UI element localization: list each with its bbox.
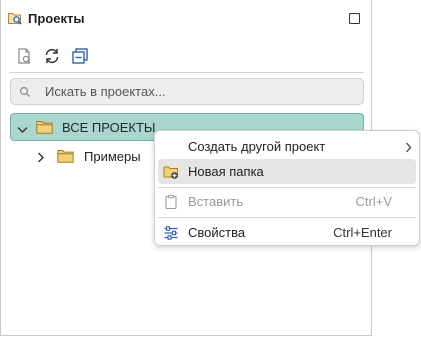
- clipboard-icon: [163, 194, 179, 210]
- panel-title: Проекты: [28, 11, 85, 26]
- context-menu: Создать другой проект Новая папка Встави…: [154, 130, 420, 246]
- folder-icon: [36, 120, 53, 137]
- menu-item-create-another-project[interactable]: Создать другой проект: [158, 134, 416, 159]
- project-search-icon: [7, 10, 23, 26]
- tree-item-label: Примеры: [84, 149, 141, 164]
- menu-item-properties[interactable]: Свойства Ctrl+Enter: [158, 220, 416, 245]
- menu-separator: [158, 187, 416, 188]
- folder-icon: [57, 149, 74, 166]
- menu-item-label: Вставить: [188, 194, 244, 209]
- chevron-right-icon[interactable]: [37, 151, 45, 166]
- menu-item-label: Свойства: [188, 225, 246, 240]
- panel-toolbar: [1, 42, 373, 70]
- new-folder-icon: [163, 164, 179, 180]
- toolbar-divider: [9, 72, 364, 73]
- sliders-icon: [163, 225, 179, 241]
- maximize-icon[interactable]: [349, 13, 360, 24]
- collapse-all-icon[interactable]: [70, 46, 90, 66]
- chevron-down-icon[interactable]: [17, 122, 28, 137]
- new-project-icon[interactable]: [14, 46, 34, 66]
- search-box: [10, 78, 364, 105]
- search-icon: [19, 86, 31, 101]
- menu-item-new-folder[interactable]: Новая папка: [158, 159, 416, 184]
- menu-separator: [158, 217, 416, 218]
- panel-header: Проекты: [1, 0, 373, 36]
- menu-item-label: Новая папка: [188, 164, 264, 179]
- refresh-icon[interactable]: [42, 46, 62, 66]
- menu-item-label: Создать другой проект: [188, 139, 326, 154]
- menu-item-shortcut: Ctrl+Enter: [333, 225, 392, 240]
- search-input[interactable]: [45, 82, 345, 101]
- menu-item-shortcut: Ctrl+V: [355, 194, 392, 209]
- menu-item-paste[interactable]: Вставить Ctrl+V: [158, 189, 416, 214]
- chevron-right-icon: [405, 141, 412, 156]
- tree-item-label: ВСЕ ПРОЕКТЫ: [62, 120, 156, 135]
